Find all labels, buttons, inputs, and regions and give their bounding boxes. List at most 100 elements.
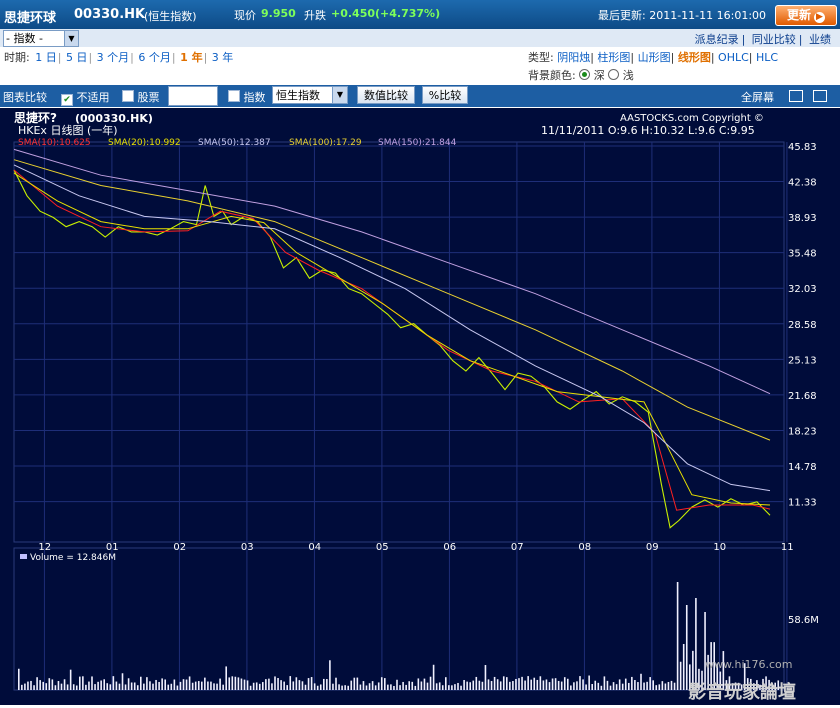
sma150-label: SMA(150):21.844 xyxy=(378,138,457,148)
stocks-option[interactable]: 股票 xyxy=(122,89,160,105)
volume-bar xyxy=(506,677,508,690)
volume-bar xyxy=(79,676,81,690)
index-selector[interactable]: - 指数 - ▼ xyxy=(3,30,79,47)
link-dividend-history[interactable]: 派息纪录 xyxy=(692,33,742,46)
type-hlc[interactable]: HLC xyxy=(756,51,778,64)
volume-bar xyxy=(655,685,658,690)
percent-compare-button[interactable]: %比较 xyxy=(422,86,468,104)
y-tick-label: 35.48 xyxy=(788,249,817,260)
volume-bar xyxy=(387,684,389,690)
type-candlestick[interactable]: 阴阳烛 xyxy=(557,51,590,64)
volume-bar xyxy=(597,682,600,690)
period-3y[interactable]: 3 年 xyxy=(211,51,235,64)
volume-bar xyxy=(332,683,334,690)
volume-bar xyxy=(329,660,331,690)
value-compare-button[interactable]: 数值比较 xyxy=(357,86,415,104)
volume-bar xyxy=(30,680,32,690)
volume-bar xyxy=(57,681,60,690)
stock-code-input[interactable] xyxy=(168,86,218,106)
volume-bar xyxy=(60,683,63,690)
volume-bar xyxy=(252,682,255,690)
volume-bar xyxy=(588,675,590,690)
volume-bar xyxy=(301,681,304,690)
volume-bar xyxy=(155,679,157,690)
volume-bar xyxy=(353,677,356,690)
period-1d[interactable]: 1 日 xyxy=(34,51,58,64)
index-option[interactable]: 指数 xyxy=(228,89,266,105)
bg-dark-radio[interactable] xyxy=(579,69,591,80)
volume-bar xyxy=(103,679,105,690)
volume-bar xyxy=(161,678,163,690)
type-mountain[interactable]: 山形图 xyxy=(638,51,671,64)
checkbox-icon xyxy=(228,90,240,102)
volume-bar xyxy=(399,685,401,690)
volume-label: Volume = 12.846M xyxy=(30,553,116,563)
volume-bar xyxy=(176,685,179,690)
volume-bar xyxy=(24,683,26,690)
volume-bar xyxy=(463,679,465,690)
x-tick-label: 05 xyxy=(376,542,389,553)
y-tick-label: 11.33 xyxy=(788,498,817,509)
type-label: 类型: xyxy=(528,51,554,64)
watermark-url: www.hi176.com xyxy=(705,658,793,671)
volume-bar xyxy=(277,678,279,690)
chevron-down-icon: ▼ xyxy=(64,31,78,46)
refresh-button[interactable]: 更新 ▶ xyxy=(775,5,837,26)
volume-bar xyxy=(609,685,612,690)
volume-bar xyxy=(100,680,102,690)
y-tick-label: 25.13 xyxy=(788,355,817,366)
volume-bar xyxy=(228,677,231,690)
chevron-down-icon: ▼ xyxy=(332,87,347,103)
period-6m[interactable]: 6 个月 xyxy=(137,51,172,64)
volume-bar xyxy=(393,685,395,690)
volume-bar xyxy=(570,685,572,690)
chart-type-selector: 类型: 阴阳烛| 柱形图| 山形图| 线形图| OHLC| HLC xyxy=(528,51,779,64)
period-1y[interactable]: 1 年 xyxy=(179,51,203,64)
period-3m[interactable]: 3 个月 xyxy=(96,51,131,64)
volume-bar xyxy=(612,682,615,690)
volume-bar xyxy=(225,666,227,690)
volume-bar xyxy=(478,680,481,690)
fullscreen-icon[interactable] xyxy=(813,90,827,102)
volume-bar xyxy=(573,682,575,690)
x-tick-label: 10 xyxy=(713,542,726,553)
volume-bar xyxy=(563,677,566,690)
volume-bar xyxy=(344,685,346,690)
volume-bar xyxy=(91,676,93,690)
watermark: 影音玩家論壇 xyxy=(688,681,796,703)
volume-bar xyxy=(338,684,340,690)
volume-bar xyxy=(45,683,48,690)
volume-bar xyxy=(33,685,35,690)
link-peer-compare[interactable]: 同业比较 xyxy=(749,33,799,46)
window-icon[interactable] xyxy=(789,90,803,102)
volume-bar xyxy=(204,677,206,690)
volume-bar xyxy=(551,678,554,690)
not-applicable-option[interactable]: ✔ 不适用 xyxy=(61,89,110,106)
fullscreen-link[interactable]: 全屏幕 xyxy=(741,89,774,105)
volume-bar xyxy=(490,681,493,690)
type-ohlc[interactable]: OHLC xyxy=(718,51,749,64)
volume-bar xyxy=(426,682,429,690)
sma20-label: SMA(20):10.992 xyxy=(108,138,181,148)
bg-light-radio[interactable] xyxy=(608,69,620,80)
volume-bar xyxy=(445,677,447,690)
stock-name: 思捷环球 xyxy=(4,11,57,26)
volume-bar xyxy=(493,676,496,690)
type-line[interactable]: 线形图 xyxy=(678,51,711,64)
volume-bar xyxy=(441,685,444,690)
volume-bar xyxy=(249,685,252,690)
volume-bar xyxy=(554,678,557,690)
period-5d[interactable]: 5 日 xyxy=(65,51,89,64)
volume-bar xyxy=(621,683,624,690)
volume-tick-label: 58.6M xyxy=(788,615,819,626)
volume-bar xyxy=(75,685,78,690)
link-results[interactable]: 业绩 xyxy=(806,33,834,46)
compare-index-select[interactable]: 恒生指数 ▼ xyxy=(272,86,348,104)
volume-bar xyxy=(356,677,359,690)
volume-bar xyxy=(618,679,621,690)
volume-bar xyxy=(606,680,609,690)
volume-bar xyxy=(112,676,115,690)
type-bar[interactable]: 柱形图 xyxy=(597,51,630,64)
volume-bar xyxy=(499,681,502,690)
y-tick-label: 42.38 xyxy=(788,178,817,189)
